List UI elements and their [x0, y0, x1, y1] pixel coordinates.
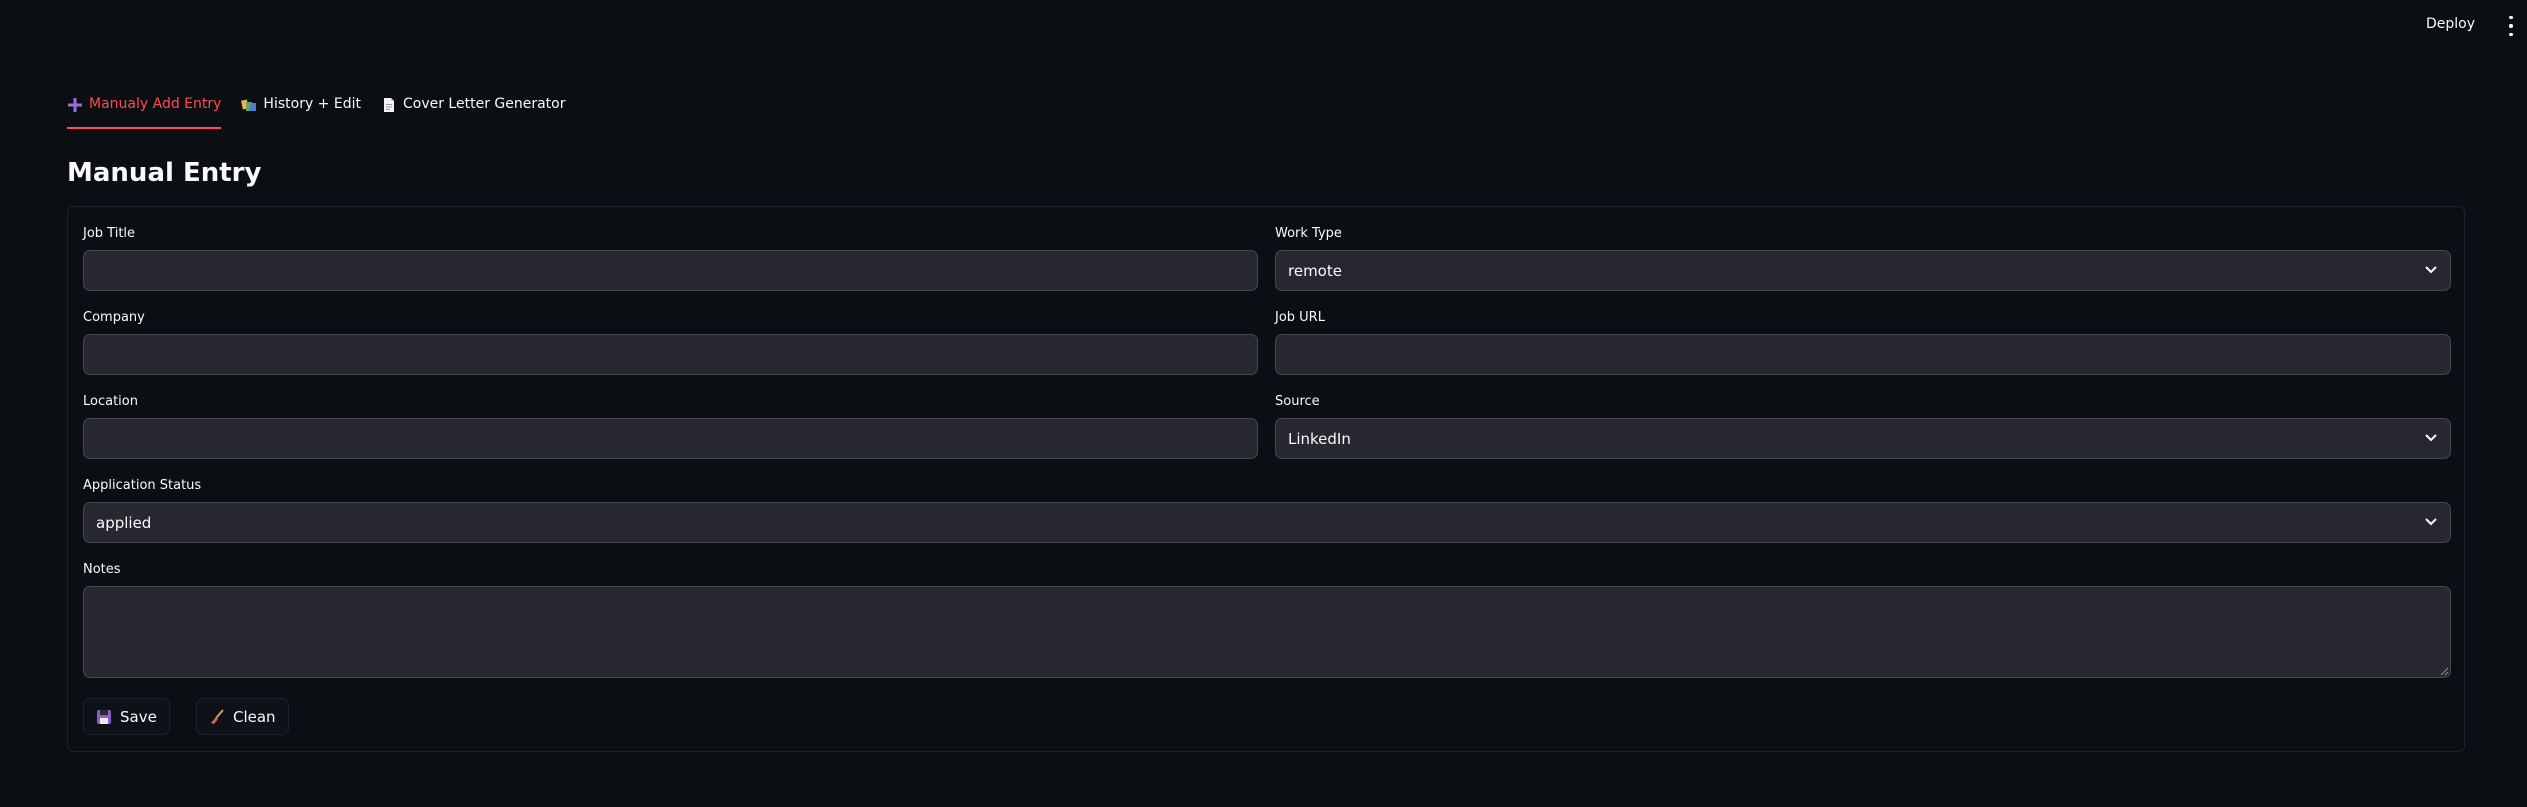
kebab-menu-icon[interactable] — [2504, 16, 2518, 36]
notes-textarea[interactable] — [83, 586, 2451, 678]
app-page: Deploy Manualy Add Entry History + Edit — [0, 0, 2527, 807]
company-input[interactable] — [83, 334, 1258, 375]
broom-icon — [211, 708, 224, 724]
job-title-label: Job Title — [83, 226, 136, 241]
application-status-value: applied — [96, 513, 152, 532]
work-type-select[interactable]: remote — [1275, 250, 2451, 291]
tab-cover-letter-generator[interactable]: Cover Letter Generator — [381, 96, 566, 129]
notes-label: Notes — [83, 562, 121, 577]
chevron-down-icon — [2425, 518, 2437, 526]
source-value: LinkedIn — [1288, 429, 1351, 448]
page-title: Manual Entry — [67, 158, 262, 188]
source-select[interactable]: LinkedIn — [1275, 418, 2451, 459]
application-status-label: Application Status — [83, 478, 202, 493]
tab-label: Manualy Add Entry — [89, 96, 222, 112]
application-status-select[interactable]: applied — [83, 502, 2451, 543]
work-type-label: Work Type — [1275, 226, 1342, 241]
chevron-down-icon — [2425, 434, 2437, 442]
books-icon — [241, 99, 257, 111]
floppy-disk-icon — [97, 709, 111, 724]
location-label: Location — [83, 394, 138, 409]
job-title-input[interactable] — [83, 250, 1258, 291]
tab-manual-add-entry[interactable]: Manualy Add Entry — [67, 96, 222, 129]
clean-label: Clean — [233, 707, 276, 726]
page-icon — [383, 98, 394, 112]
tab-label: Cover Letter Generator — [402, 96, 566, 112]
location-input[interactable] — [83, 418, 1258, 459]
company-label: Company — [83, 310, 145, 325]
tab-label: History + Edit — [263, 96, 361, 112]
job-url-input[interactable] — [1275, 334, 2451, 375]
clean-button[interactable]: Clean — [196, 698, 289, 735]
work-type-value: remote — [1288, 261, 1342, 280]
source-label: Source — [1275, 394, 1320, 409]
save-button[interactable]: Save — [83, 698, 170, 735]
tab-history-edit[interactable]: History + Edit — [241, 96, 361, 129]
save-label: Save — [120, 707, 157, 726]
chevron-down-icon — [2425, 266, 2437, 274]
job-url-label: Job URL — [1275, 310, 1325, 325]
tab-bar: Manualy Add Entry History + Edit Cover L… — [67, 96, 586, 129]
resize-grip-icon[interactable] — [2439, 666, 2449, 676]
plus-icon — [68, 98, 82, 112]
deploy-button[interactable]: Deploy — [2426, 16, 2475, 32]
